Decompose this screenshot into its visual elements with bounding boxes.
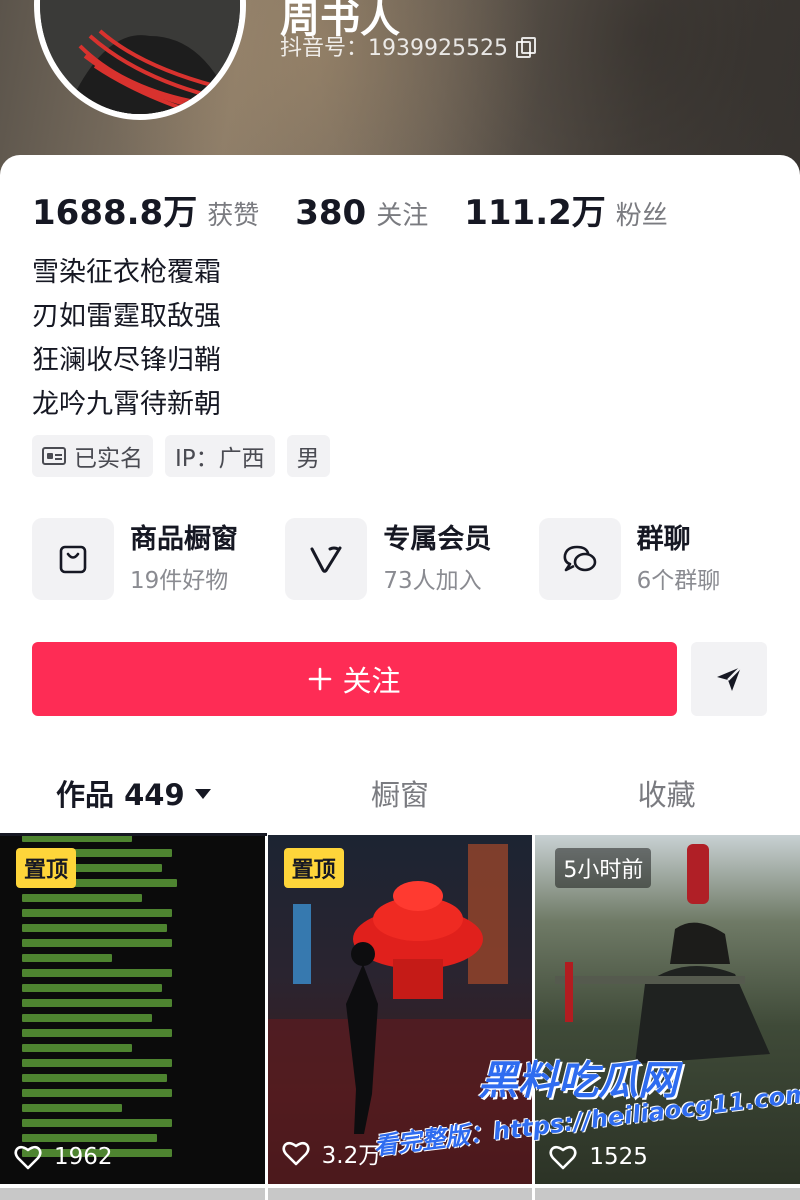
tag-ip: IP：广西 bbox=[165, 435, 275, 477]
stat-label: 获赞 bbox=[207, 201, 260, 231]
copy-icon[interactable] bbox=[515, 37, 536, 58]
profile-tags: 已实名 IP：广西 男 bbox=[32, 435, 330, 477]
like-count-text: 1525 bbox=[589, 1144, 648, 1170]
stat-value: 1688.8万 bbox=[32, 193, 198, 233]
follow-label: 关注 bbox=[342, 664, 401, 698]
stat-followers[interactable]: 111.2万 粉丝 bbox=[464, 185, 668, 234]
tab-label: 作品 449 bbox=[56, 778, 185, 812]
like-count-text: 1962 bbox=[54, 1144, 113, 1170]
plus-icon bbox=[309, 667, 332, 691]
video-tile[interactable]: 置顶 1962 bbox=[0, 834, 265, 1184]
tab-label: 收藏 bbox=[637, 778, 696, 812]
feature-title: 群聊 bbox=[636, 524, 691, 555]
tag-verified[interactable]: 已实名 bbox=[32, 435, 153, 477]
avatar-image bbox=[40, 0, 240, 114]
tag-label: 男 bbox=[296, 446, 320, 472]
tag-gender: 男 bbox=[286, 435, 330, 477]
profile-card: 1688.8万 获赞 380 关注 111.2万 粉丝 雪染征衣枪覆霜 刃如雷霆… bbox=[0, 155, 800, 836]
douyin-id: 抖音号：1939925525 bbox=[280, 30, 536, 62]
stat-label: 粉丝 bbox=[615, 201, 668, 231]
tag-label: 已实名 bbox=[74, 446, 143, 472]
bio-line: 狂澜收尽锋归鞘 bbox=[32, 345, 221, 376]
v-member-icon bbox=[285, 518, 368, 600]
caret-down-icon bbox=[194, 789, 211, 799]
bio-line: 雪染征衣枪覆霜 bbox=[32, 257, 221, 288]
like-count: 1962 bbox=[14, 1144, 113, 1170]
bio-line: 刃如雷霆取敌强 bbox=[32, 301, 221, 332]
bio-line: 龙吟九霄待新朝 bbox=[32, 389, 221, 420]
id-card-icon bbox=[42, 447, 66, 465]
chat-bubble-icon bbox=[538, 518, 621, 600]
like-count: 3.2万 bbox=[282, 1136, 381, 1170]
douyin-id-text: 抖音号：1939925525 bbox=[280, 36, 508, 61]
feature-group-chat[interactable]: 群聊 6个群聊 bbox=[538, 518, 792, 602]
tab-favorites[interactable]: 收藏 bbox=[533, 750, 800, 836]
feature-title: 专属会员 bbox=[383, 524, 492, 555]
send-message-button[interactable] bbox=[691, 642, 767, 716]
profile-banner: 周书人 抖音号：1939925525 bbox=[0, 0, 800, 175]
tab-shop-window[interactable]: 橱窗 bbox=[267, 750, 534, 836]
stat-value: 380 bbox=[295, 193, 367, 233]
stat-following[interactable]: 380 关注 bbox=[295, 193, 428, 233]
stats-row: 1688.8万 获赞 380 关注 111.2万 粉丝 bbox=[32, 185, 668, 234]
next-row-preview bbox=[0, 1188, 800, 1200]
time-badge: 5小时前 bbox=[555, 848, 652, 888]
pinned-badge: 置顶 bbox=[283, 848, 344, 888]
stat-likes[interactable]: 1688.8万 获赞 bbox=[32, 185, 259, 234]
like-count: 1525 bbox=[549, 1144, 648, 1170]
stat-label: 关注 bbox=[376, 201, 429, 231]
heart-icon bbox=[549, 1145, 577, 1170]
follow-button[interactable]: 关注 bbox=[32, 642, 677, 716]
bio: 雪染征衣枪覆霜 刃如雷霆取敌强 狂澜收尽锋归鞘 龙吟九霄待新朝 bbox=[32, 251, 221, 427]
avatar[interactable] bbox=[34, 0, 246, 120]
tab-works[interactable]: 作品 449 bbox=[0, 750, 267, 836]
feature-title: 商品橱窗 bbox=[130, 524, 238, 555]
feature-shop-window[interactable]: 商品橱窗 19件好物 bbox=[32, 518, 285, 602]
tag-label: IP：广西 bbox=[175, 446, 265, 472]
action-row: 关注 bbox=[32, 642, 767, 716]
feature-membership[interactable]: 专属会员 73人加入 bbox=[285, 518, 538, 602]
heart-icon bbox=[14, 1145, 42, 1170]
feature-sub: 6个群聊 bbox=[636, 568, 721, 594]
content-tabs: 作品 449 橱窗 收藏 bbox=[0, 750, 800, 836]
pinned-badge: 置顶 bbox=[16, 848, 77, 888]
send-icon bbox=[717, 666, 742, 691]
heart-icon bbox=[282, 1141, 310, 1166]
feature-sub: 19件好物 bbox=[130, 568, 229, 594]
tab-label: 橱窗 bbox=[371, 778, 430, 812]
feature-sub: 73人加入 bbox=[383, 568, 482, 594]
shopping-bag-icon bbox=[32, 518, 114, 600]
feature-entries: 商品橱窗 19件好物 专属会员 73人加入 群聊 6个群聊 bbox=[32, 518, 792, 602]
stat-value: 111.2万 bbox=[464, 193, 606, 233]
